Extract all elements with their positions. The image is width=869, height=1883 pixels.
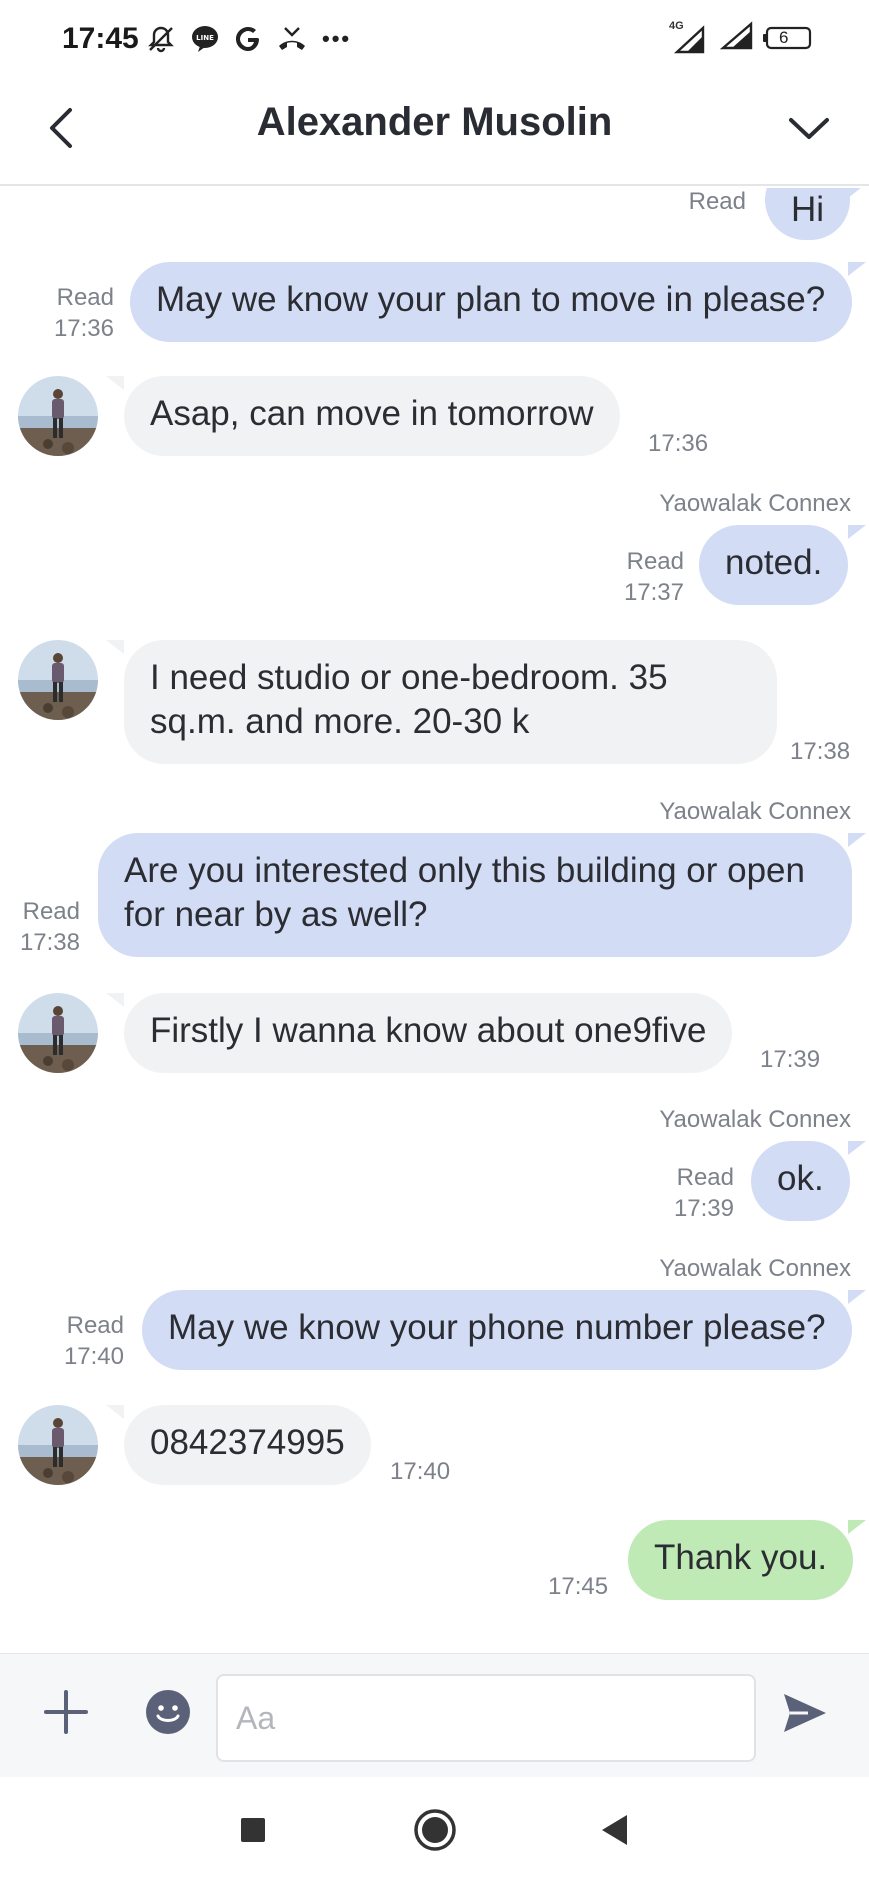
message-bubble[interactable]: May we know your plan to move in please? (130, 262, 852, 342)
home-button[interactable] (410, 1805, 460, 1855)
recents-button[interactable] (228, 1805, 278, 1855)
message-bubble[interactable]: 0842374995 (124, 1405, 371, 1485)
sender-name: Yaowalak Connex (659, 1106, 851, 1133)
svg-text:LINE: LINE (196, 34, 214, 42)
attach-button[interactable] (40, 1686, 92, 1738)
read-label: Read (626, 548, 684, 575)
message-bubble[interactable]: Hi (765, 188, 851, 240)
read-status: Read 17:36 (30, 282, 114, 344)
avatar[interactable] (18, 1405, 98, 1485)
square-icon (241, 1818, 265, 1842)
message-bubble[interactable]: Asap, can move in tomorrow (124, 376, 620, 456)
bubble-tail (848, 833, 866, 847)
message-bubble[interactable]: noted. (699, 525, 849, 605)
message-bubble[interactable]: Firstly I wanna know about one9five (124, 993, 733, 1073)
signal-icon (717, 20, 755, 56)
sender-name: Yaowalak Connex (659, 1255, 851, 1282)
triangle-back-icon (602, 1815, 627, 1845)
contact-name: Alexander Musolin (256, 100, 613, 144)
read-status: Read 17:39 (650, 1162, 734, 1224)
google-icon (234, 24, 262, 54)
chat-messages[interactable]: Read Hi Read 17:36 May we know your plan… (0, 188, 869, 1653)
avatar[interactable] (18, 993, 98, 1073)
read-status: Read (688, 188, 746, 215)
bubble-tail (848, 262, 866, 276)
plus-icon (44, 1690, 88, 1734)
emoji-icon (146, 1690, 190, 1734)
emoji-button[interactable] (145, 1689, 191, 1735)
sender-name: Yaowalak Connex (659, 798, 851, 825)
read-label: Read (22, 898, 80, 925)
bubble-tail (106, 1405, 124, 1419)
bubble-tail (848, 1290, 866, 1304)
signal-4g-icon: 4G (665, 20, 709, 56)
bubble-tail (106, 640, 124, 654)
bubble-tail (848, 188, 866, 198)
mute-bell-icon (146, 24, 176, 54)
bubble-tail (106, 993, 124, 1007)
read-label: Read (676, 1164, 734, 1191)
back-nav-button[interactable] (590, 1805, 640, 1855)
message-time: 17:45 (548, 1573, 609, 1600)
message-time: 17:40 (63, 1343, 124, 1370)
circle-icon (414, 1809, 456, 1851)
bubble-tail (848, 525, 866, 539)
battery-level: 6 (779, 28, 789, 47)
message-time: 17:39 (673, 1195, 734, 1222)
bubble-tail (848, 1520, 866, 1534)
message-bubble[interactable]: ok. (751, 1141, 850, 1221)
read-status: Read 17:40 (40, 1310, 124, 1372)
send-icon (784, 1694, 826, 1732)
message-bubble[interactable]: Thank you. (628, 1520, 854, 1600)
more-notifications-icon: ••• (322, 26, 352, 51)
message-bubble[interactable]: Are you interested only this building or… (98, 833, 852, 957)
system-status: 4G 6 (665, 20, 813, 56)
message-time: 17:39 (760, 1046, 821, 1073)
message-time: 17:37 (623, 579, 684, 606)
notification-icons: LINE ••• (146, 22, 351, 56)
battery-icon: 6 (763, 26, 813, 50)
read-status: Read 17:38 (2, 896, 80, 958)
line-app-icon: LINE (190, 24, 220, 54)
avatar[interactable] (18, 640, 98, 720)
message-time: 17:36 (648, 430, 709, 457)
chat-header: Alexander Musolin (0, 78, 869, 186)
message-time: 17:40 (390, 1458, 451, 1485)
message-input[interactable] (216, 1674, 756, 1762)
message-time: 17:38 (19, 929, 80, 956)
message-bubble[interactable]: I need studio or one-bedroom. 35 sq.m. a… (124, 640, 777, 764)
system-nav-bar (0, 1777, 869, 1883)
message-time: 17:38 (790, 738, 851, 765)
chevron-down-icon (789, 118, 829, 139)
message-time: 17:36 (53, 315, 114, 342)
sender-name: Yaowalak Connex (659, 490, 851, 517)
status-bar: 17:45 LINE ••• 4G 6 (0, 0, 869, 78)
status-time: 17:45 (62, 22, 139, 55)
read-status: Read 17:37 (600, 546, 684, 608)
read-label: Read (56, 284, 114, 311)
avatar[interactable] (18, 376, 98, 456)
send-button[interactable] (780, 1688, 830, 1738)
message-bubble[interactable]: May we know your phone number please? (142, 1290, 852, 1370)
bubble-tail (848, 1141, 866, 1155)
missed-call-icon (276, 24, 308, 54)
chat-menu-button[interactable] (779, 98, 839, 158)
read-label: Read (66, 1312, 124, 1339)
message-composer (0, 1653, 869, 1777)
bubble-tail (106, 376, 124, 390)
